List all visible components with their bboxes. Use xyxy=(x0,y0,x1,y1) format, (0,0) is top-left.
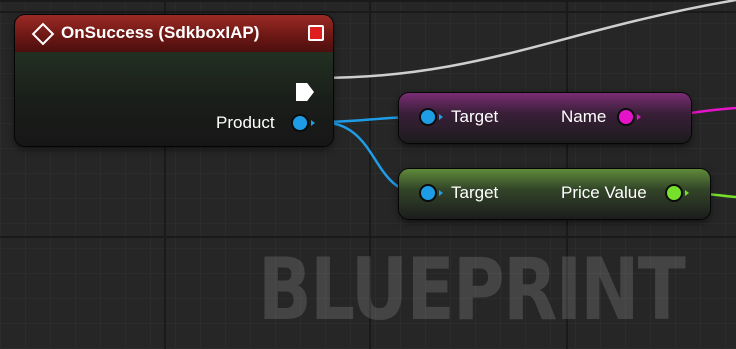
exec-pin-icon[interactable] xyxy=(296,83,314,101)
name-output-label: Name xyxy=(561,107,607,126)
price-target-label: Target xyxy=(451,183,499,202)
name-output-arrow-icon xyxy=(637,114,641,120)
price-value-arrow-icon xyxy=(685,190,689,196)
price-target-arrow-icon xyxy=(439,190,443,196)
product-pin-label: Product xyxy=(216,113,275,132)
name-target-input-pin[interactable] xyxy=(419,108,437,126)
product-pin-arrow-icon xyxy=(311,120,315,126)
event-node-title: OnSuccess (SdkboxIAP) xyxy=(61,23,260,42)
get-price-value-node[interactable]: Target Price Value xyxy=(399,169,710,219)
get-name-node[interactable]: Target Name xyxy=(399,93,691,143)
exec-wire[interactable] xyxy=(317,0,736,80)
price-value-output-label: Price Value xyxy=(561,183,647,202)
event-node-body: Product xyxy=(15,52,333,146)
event-diamond-icon xyxy=(31,22,55,46)
close-icon[interactable] xyxy=(308,25,324,41)
price-value-output-pin[interactable] xyxy=(665,184,683,202)
product-output-pin[interactable] xyxy=(291,114,309,132)
event-node-header[interactable]: OnSuccess (SdkboxIAP) xyxy=(15,15,333,52)
event-node-onsuccess[interactable]: OnSuccess (SdkboxIAP) Product xyxy=(15,15,333,146)
price-target-input-pin[interactable] xyxy=(419,184,437,202)
name-output-pin[interactable] xyxy=(617,108,635,126)
name-target-arrow-icon xyxy=(439,114,443,120)
name-target-label: Target xyxy=(451,107,499,126)
